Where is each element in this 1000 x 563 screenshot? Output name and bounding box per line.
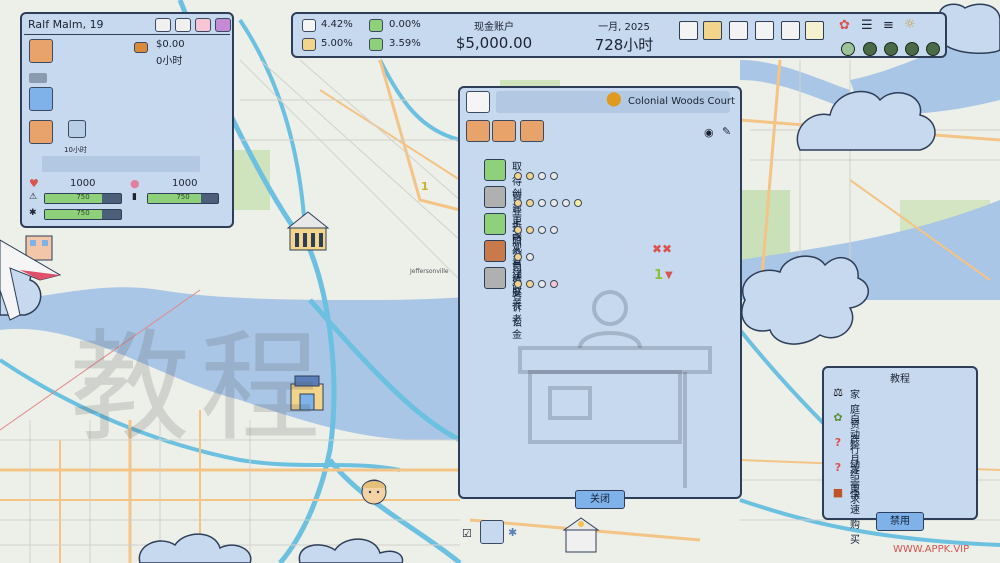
disable-tutorial-button[interactable]: 禁用	[876, 512, 924, 531]
fast-forward-button[interactable]	[884, 42, 898, 56]
calendar-icon[interactable]	[155, 18, 171, 32]
account-label: 现金账户	[474, 22, 514, 33]
health-value: 1000	[70, 178, 96, 189]
unavailable-icon: ✖✖	[652, 242, 673, 256]
tab-services-icon[interactable]	[466, 120, 490, 142]
cost-coin-icon	[526, 172, 534, 180]
heart-outline-icon[interactable]: ✿	[839, 18, 850, 33]
top-status-bar: 4.42% 0.00% 5.00% 3.59% 现金账户 $5,000.00 一…	[291, 12, 947, 58]
energy-bar-label: 750	[176, 193, 190, 201]
tab-camera-icon[interactable]	[492, 120, 516, 142]
rename-document-icon	[484, 213, 506, 235]
tutorial-item-label: 快速购买	[850, 490, 860, 546]
energy-bar: 750	[147, 193, 219, 204]
brain-icon: ●	[130, 177, 140, 190]
people-icon	[369, 19, 383, 32]
document-icon[interactable]	[781, 21, 800, 40]
play-button[interactable]	[863, 42, 877, 56]
profile-panel: Ralf Malm, 19 $0.00 0小时 10小时 ♥ 1000 ● 10…	[20, 12, 234, 228]
home-icon[interactable]	[29, 39, 53, 63]
skill-tree-icon[interactable]	[29, 120, 53, 144]
checkbox-icon[interactable]: ☑	[462, 527, 472, 540]
id-card-icon[interactable]	[175, 18, 191, 32]
lightbulb-icon[interactable]: ☼	[904, 17, 916, 32]
watermark-text: WWW.APPK.VIP	[893, 544, 970, 555]
map-marker-number: 1	[421, 180, 429, 193]
character-name: Ralf Malm, 19	[28, 18, 104, 31]
family-assets-icon: ⚖	[833, 386, 843, 399]
social-icon: ✱	[29, 208, 37, 218]
stress-bar-label: 750	[76, 193, 90, 201]
empty-status-bar	[42, 156, 200, 172]
courthouse-icon	[466, 91, 490, 113]
question-icon: ?	[834, 461, 842, 474]
intellect-value: 1000	[172, 178, 198, 189]
social-bar-label: 750	[76, 209, 90, 217]
cash-icon	[369, 38, 383, 51]
dialog-title: Colonial Woods Court	[628, 96, 735, 107]
energy-icon: ▮	[132, 192, 137, 202]
time-badge: 10小时	[64, 146, 87, 154]
people-network-icon[interactable]	[703, 21, 722, 40]
stress-icon: ⚠	[29, 192, 38, 202]
background-watermark-glyphs: 教程	[70, 319, 330, 458]
location-dialog: ⬤ Colonial Woods Court ◉ ✎ 取得营业执照 创建上市公司…	[458, 86, 742, 499]
notes-icon[interactable]	[679, 21, 698, 40]
pension-icon	[484, 267, 506, 289]
stock-chart-icon[interactable]	[729, 21, 748, 40]
map-place-label: Jeffersonville	[410, 268, 449, 275]
question-icon: ?	[834, 436, 842, 449]
license-icon	[484, 159, 506, 181]
interest-rate-1: 4.42%	[321, 19, 353, 30]
interest-rate-4: 3.59%	[389, 38, 421, 49]
study-icon	[68, 120, 86, 138]
profile-money: $0.00	[156, 39, 185, 50]
bank-icon	[302, 38, 316, 51]
tutorial-title: 教程	[890, 374, 910, 385]
empty-slot[interactable]	[29, 73, 47, 83]
social-bar: 750	[44, 209, 122, 220]
reward-number: 1	[654, 268, 664, 283]
schedule-icon[interactable]	[195, 18, 211, 32]
hourglass-icon	[538, 172, 546, 180]
certificate-icon[interactable]	[755, 21, 774, 40]
player-portrait-button[interactable]	[480, 520, 504, 544]
chart-up-icon	[302, 19, 316, 32]
briefcase-icon	[134, 42, 148, 53]
fastest-button[interactable]	[926, 42, 940, 56]
profile-hours: 0小时	[156, 56, 183, 67]
account-balance[interactable]: $5,000.00	[439, 34, 549, 52]
apartment-building-icon	[25, 235, 53, 261]
visibility-icon[interactable]: ◉	[704, 126, 714, 139]
requirement-icon	[550, 172, 558, 180]
tab-shopping-icon[interactable]	[520, 120, 544, 142]
warning-icon[interactable]	[805, 21, 824, 40]
pin-toggle-icon[interactable]: ✎	[722, 125, 731, 138]
location-pin-icon: ⬤	[606, 91, 622, 107]
pause-button[interactable]	[841, 42, 855, 56]
stress-bar: 750	[44, 193, 122, 204]
list-icon[interactable]: ☰	[861, 18, 873, 33]
interest-rate-3: 5.00%	[321, 38, 353, 49]
interest-rate-2: 0.00%	[389, 19, 421, 30]
palette-icon[interactable]	[215, 18, 231, 32]
vehicle-icon[interactable]	[29, 87, 53, 111]
auto-action-icon: ✿	[833, 411, 843, 424]
court-trial-icon	[484, 240, 506, 262]
faster-button[interactable]	[905, 42, 919, 56]
arrow-down-icon: ▼	[665, 270, 673, 281]
close-button[interactable]: 关闭	[575, 490, 625, 509]
equalizer-icon[interactable]: ≡	[883, 18, 894, 33]
tutorial-panel: 教程 ⚖ 家庭资产 ✿ 自动行动 ? 整月结束 ? 零需求 ■ 快速购买	[822, 366, 978, 546]
health-icon: ♥	[29, 177, 39, 190]
company-document-icon	[484, 186, 506, 208]
cost-coin-icon	[514, 172, 522, 180]
player-character-icon	[361, 479, 387, 505]
shopping-bag-icon: ■	[832, 486, 844, 499]
current-date: 一月, 2025	[598, 22, 650, 33]
skills-icon[interactable]: ✱	[508, 526, 517, 539]
hours-remaining: 728小时	[594, 36, 654, 54]
building-illustration	[518, 290, 712, 488]
